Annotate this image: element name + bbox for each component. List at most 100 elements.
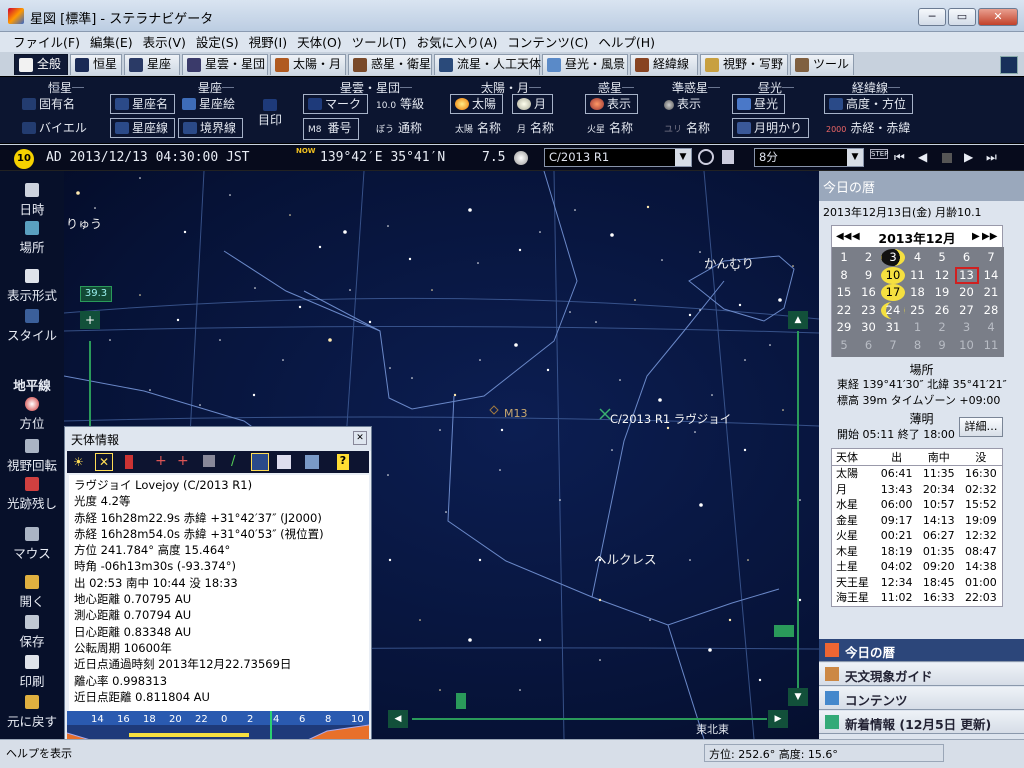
constellation-line-toggle[interactable]: 星座線 — [110, 118, 176, 138]
undo-button[interactable]: 元に戻す — [0, 695, 64, 730]
time-step-select[interactable]: 8分 ▼ — [754, 148, 864, 167]
calendar-day[interactable]: 12 — [930, 267, 954, 284]
marker-icon[interactable] — [125, 455, 133, 469]
datetime-button[interactable]: 日時 — [0, 183, 64, 218]
menu-contents[interactable]: コンテンツ(C) — [502, 33, 593, 53]
rewind-start-icon[interactable]: ⏮ — [894, 150, 905, 165]
calendar-day[interactable]: 18 — [906, 284, 930, 301]
calendar-day[interactable]: 27 — [955, 302, 979, 319]
menu-tools[interactable]: ツール(T) — [347, 33, 412, 53]
location-button[interactable]: 場所 — [0, 221, 64, 256]
tab-general[interactable]: 全般 — [14, 54, 68, 75]
add-mark-icon[interactable]: + — [155, 453, 167, 469]
calendar-day[interactable]: 9 — [930, 337, 954, 354]
sun-icon[interactable]: ☀ — [73, 455, 84, 469]
moon-age-badge[interactable]: 10 — [14, 149, 34, 169]
forward-end-icon[interactable]: ⏭ — [986, 150, 997, 165]
calendar-day[interactable]: 19 — [930, 284, 954, 301]
calendar-day[interactable]: 16 — [857, 284, 881, 301]
calendar-day[interactable]: 10 — [881, 266, 905, 284]
datetime-display[interactable]: AD 2013/12/13 04:30:00 JST — [46, 150, 250, 165]
detail-button[interactable]: 詳細… — [959, 417, 1003, 437]
menu-object[interactable]: 天体(O) — [292, 33, 347, 53]
calendar-day[interactable]: 6 — [857, 337, 881, 354]
section-3[interactable]: 新着情報 (12月5日 更新) — [819, 711, 1024, 734]
altaz-grid-toggle[interactable]: 高度・方位 — [824, 94, 914, 114]
calendar-day[interactable]: 17 — [881, 284, 905, 301]
calendar-day[interactable]: 30 — [857, 319, 881, 336]
proper-name-toggle[interactable]: 固有名 — [22, 95, 75, 113]
tab-nebulae[interactable]: 星雲・星団 — [182, 54, 268, 75]
dwarf-name-toggle[interactable]: ユリ 名称 — [664, 119, 710, 139]
zoom-in-button[interactable]: + — [80, 311, 100, 329]
search-icon[interactable] — [698, 149, 714, 165]
minimize-button[interactable]: ─ — [918, 8, 946, 26]
calendar-day[interactable]: 7 — [979, 249, 1003, 266]
calendar-day[interactable]: 1 — [832, 249, 856, 266]
calendar-day[interactable]: 23 — [857, 302, 881, 319]
open-button[interactable]: 開く — [0, 575, 64, 610]
stop-icon[interactable] — [942, 153, 952, 163]
calendar-day[interactable]: 8 — [832, 267, 856, 284]
limit-magnitude[interactable]: 7.5 — [482, 150, 505, 165]
print-button[interactable]: 印刷 — [0, 655, 64, 690]
radec-grid-toggle[interactable]: 2000 赤経・赤緯 — [826, 119, 910, 139]
tab-grid[interactable]: 経緯線 — [630, 54, 698, 75]
calendar-day[interactable]: 3 — [955, 319, 979, 336]
planet-name-toggle[interactable]: 火星 名称 — [587, 119, 633, 139]
sun-name-toggle[interactable]: 太陽 名称 — [455, 119, 501, 139]
tab-meteors[interactable]: 流星・人工天体 — [434, 54, 541, 75]
calendar-day[interactable]: 11 — [906, 267, 930, 284]
section-1[interactable]: 天文現象ガイド — [819, 663, 1024, 686]
chart-icon[interactable] — [251, 453, 269, 471]
sun-toggle[interactable]: 太陽 — [450, 94, 504, 114]
moon-toggle[interactable]: 月 — [512, 94, 554, 114]
calendar-day[interactable]: 22 — [832, 302, 856, 319]
moon-name-toggle[interactable]: 月名称 — [517, 119, 554, 139]
scroll-up-button[interactable]: ▲ — [788, 311, 808, 329]
menu-settings[interactable]: 設定(S) — [191, 33, 244, 53]
step-forward-icon[interactable]: ▶ — [964, 150, 973, 164]
step-back-icon[interactable]: ◀ — [918, 150, 927, 164]
add-label-icon[interactable]: + — [177, 453, 189, 469]
calendar-day[interactable]: 25 — [906, 302, 930, 319]
section-0[interactable]: 今日の暦 — [819, 639, 1024, 662]
moonlight-toggle[interactable]: 月明かり — [732, 118, 810, 138]
calendar-day[interactable]: 29 — [832, 319, 856, 336]
calendar-day[interactable]: 5 — [930, 249, 954, 266]
step-button[interactable]: STEP — [870, 149, 888, 159]
scroll-right-button[interactable]: ▶ — [768, 710, 788, 728]
scroll-left-button[interactable]: ◀ — [388, 710, 408, 728]
calendar-day[interactable]: 1 — [906, 319, 930, 336]
boundary-toggle[interactable]: 境界線 — [178, 118, 244, 138]
next-year-icon[interactable]: ▶▶ — [982, 231, 997, 242]
calendar-day[interactable]: 7 — [881, 337, 905, 354]
calendar-day[interactable]: 21 — [979, 284, 1003, 301]
tab-tools[interactable]: ツール — [790, 54, 854, 75]
marker-toggle[interactable]: 目印 — [255, 99, 285, 129]
horizontal-slider-handle[interactable] — [456, 693, 466, 709]
calendar-day[interactable]: 2 — [930, 319, 954, 336]
section-2[interactable]: コンテンツ — [819, 687, 1024, 710]
calendar-day[interactable]: 24 — [881, 301, 905, 319]
style-button[interactable]: スタイル — [0, 309, 64, 344]
menu-edit[interactable]: 編集(E) — [85, 33, 138, 53]
nebula-mark-toggle[interactable]: マーク — [303, 94, 369, 114]
menu-field[interactable]: 視野(I) — [244, 33, 292, 53]
tab-daylight[interactable]: 昼光・風景 — [542, 54, 628, 75]
constellation-name-toggle[interactable]: 星座名 — [110, 94, 176, 114]
display-mode-button[interactable]: 表示形式 — [0, 269, 64, 304]
calendar-day[interactable]: 20 — [955, 284, 979, 301]
calendar-day[interactable]: 4 — [979, 319, 1003, 336]
calendar-day[interactable]: 14 — [979, 267, 1003, 284]
close-icon[interactable]: ✕ — [353, 431, 367, 445]
view-rotate-button[interactable]: 視野回転 — [0, 439, 64, 474]
tab-field[interactable]: 視野・写野 — [700, 54, 788, 75]
tab-stars[interactable]: 恒星 — [70, 54, 122, 75]
help-icon[interactable]: ? — [337, 454, 349, 470]
nebula-number-toggle[interactable]: M8 番号 — [303, 118, 359, 140]
tab-sun-moon[interactable]: 太陽・月 — [270, 54, 346, 75]
calendar-day[interactable]: 2 — [857, 249, 881, 266]
daylight-toggle[interactable]: 昼光 — [732, 94, 786, 114]
book-icon[interactable] — [277, 455, 291, 469]
